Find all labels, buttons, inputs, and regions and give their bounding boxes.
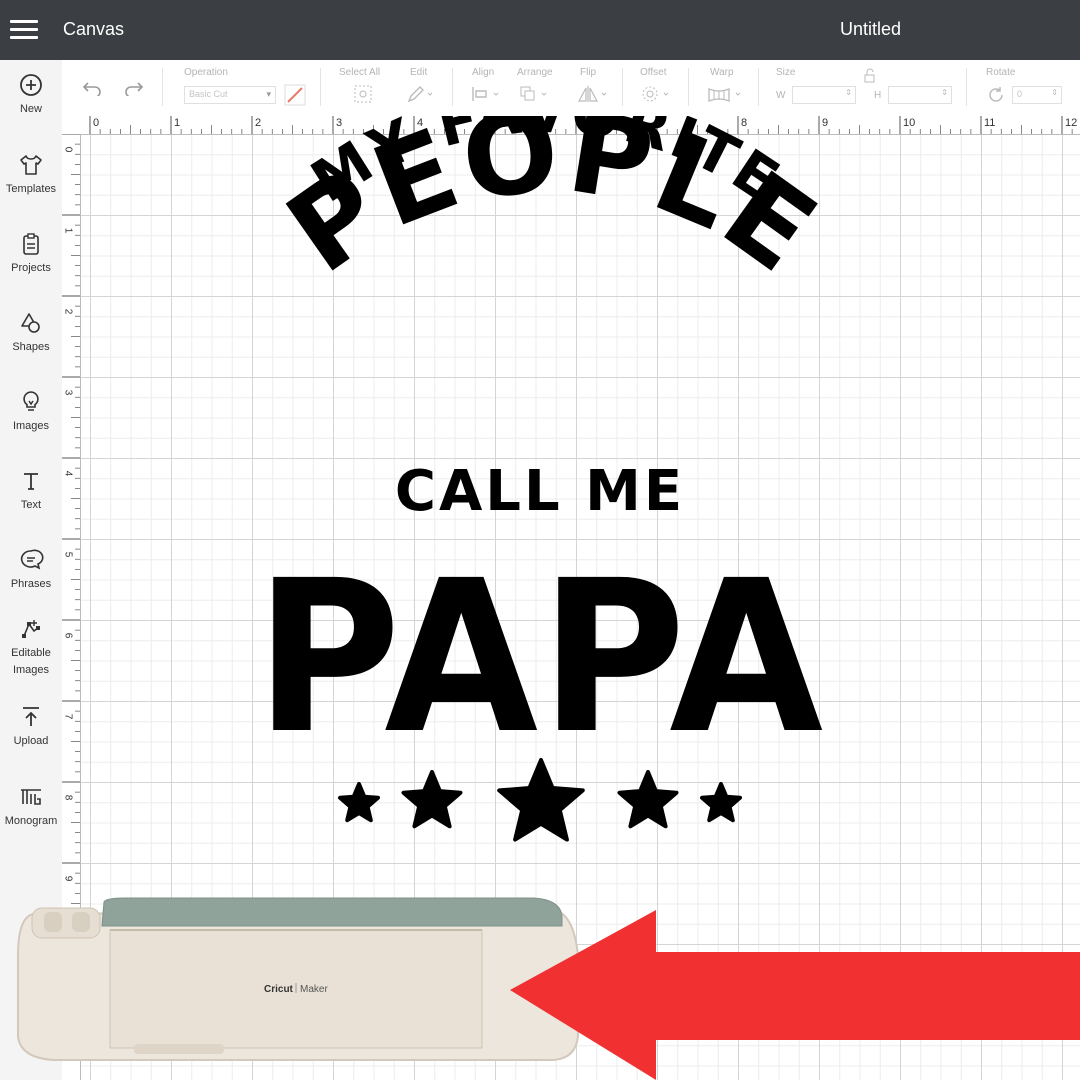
offset-label: Offset — [640, 67, 667, 78]
operation-select[interactable]: Basic Cut ▾ — [184, 86, 276, 104]
align-icon[interactable] — [470, 84, 504, 104]
rotate-icon — [989, 87, 1003, 102]
monogram-icon — [21, 789, 41, 805]
sidebar-item-label: Phrases — [10, 578, 52, 590]
rotate-input[interactable]: 0 ⇕ — [1012, 86, 1062, 104]
linetype-color-icon[interactable] — [284, 84, 306, 106]
sidebar-item-editable-images[interactable]: Editable Images — [0, 616, 62, 679]
redo-icon[interactable] — [122, 80, 144, 96]
toolbar-divider — [162, 68, 163, 106]
chevron-down-icon: ▾ — [266, 89, 271, 99]
rotate-label: Rotate — [986, 67, 1016, 78]
shapes-icon — [21, 313, 40, 333]
operation-value: Basic Cut — [189, 89, 228, 99]
star-shape — [700, 782, 742, 823]
lightbulb-icon — [23, 391, 39, 411]
design-line-call-me: CALL ME — [395, 459, 685, 524]
sidebar-item-label: Text — [20, 499, 42, 511]
shirt-icon — [20, 155, 42, 175]
warp-label: Warp — [710, 67, 734, 78]
clipboard-icon — [23, 233, 39, 255]
toolbar-divider — [622, 68, 623, 106]
sidebar-item-label: Images — [12, 420, 50, 432]
star-shape — [338, 782, 380, 823]
edit-toolbar: Operation Basic Cut ▾ Select All Edit Ali… — [62, 60, 1080, 117]
toolbar-divider — [688, 68, 689, 106]
sidebar-item-upload[interactable]: Upload — [0, 704, 62, 750]
flip-icon[interactable] — [576, 84, 610, 104]
toolbar-divider — [966, 68, 967, 106]
size-label: Size — [776, 67, 796, 78]
menu-icon[interactable] — [10, 20, 38, 40]
speech-bubble-icon — [20, 549, 44, 570]
machine-model: Maker — [300, 984, 328, 995]
arrange-icon[interactable] — [518, 84, 552, 104]
upload-icon — [23, 707, 39, 726]
pencil-icon[interactable] — [406, 84, 436, 104]
sidebar-item-phrases[interactable]: Phrases — [0, 547, 62, 593]
width-label: W — [776, 90, 786, 101]
arrange-label: Arrange — [517, 67, 553, 78]
sidebar-item-images[interactable]: Images — [0, 389, 62, 435]
star-shape — [617, 770, 679, 829]
height-input[interactable]: ⇕ — [888, 86, 952, 104]
lock-icon[interactable] — [862, 68, 878, 84]
red-arrow-pointer — [510, 910, 1080, 1080]
machine-brand: Cricut — [264, 984, 294, 995]
rotate-value: 0 — [1017, 89, 1023, 99]
stepper-icon: ⇕ — [941, 88, 948, 97]
sidebar-item-templates[interactable]: Templates — [0, 152, 62, 198]
toolbar-divider — [758, 68, 759, 106]
stepper-icon: ⇕ — [845, 88, 852, 97]
sidebar-item-monogram[interactable]: Monogram — [0, 784, 62, 830]
sidebar-item-label: Editable Images — [11, 647, 51, 676]
flip-label: Flip — [580, 67, 597, 78]
sidebar-item-label: Monogram — [4, 815, 58, 827]
sidebar-item-label: Templates — [5, 183, 57, 195]
document-title[interactable]: Untitled — [840, 19, 901, 40]
sidebar-item-projects[interactable]: Projects — [0, 231, 62, 277]
select-all-label: Select All — [339, 67, 381, 78]
sidebar-item-label: Projects — [11, 262, 51, 274]
design-line-papa: PAPA — [255, 535, 825, 780]
align-label: Align — [472, 67, 495, 78]
toolbar-divider — [320, 68, 321, 106]
height-label: H — [874, 90, 882, 101]
offset-icon[interactable] — [640, 84, 674, 104]
star-shape — [401, 770, 463, 829]
select-all-icon[interactable] — [352, 84, 374, 104]
edit-label: Edit — [410, 67, 428, 78]
plus-circle-icon — [20, 74, 42, 96]
sidebar-item-new[interactable]: New — [0, 72, 62, 118]
toolbar-divider — [452, 68, 453, 106]
top-bar: Canvas Untitled — [0, 0, 1080, 60]
cricut-maker-machine: Cricut Maker — [17, 897, 579, 1061]
text-icon — [24, 473, 38, 490]
sidebar-item-label: Upload — [13, 735, 49, 747]
editable-image-icon — [22, 620, 40, 638]
sidebar-item-shapes[interactable]: Shapes — [0, 310, 62, 356]
undo-icon[interactable] — [82, 80, 104, 96]
width-input[interactable]: ⇕ — [792, 86, 856, 104]
operation-label: Operation — [184, 67, 228, 78]
app-title: Canvas — [63, 19, 125, 39]
sidebar-item-label: New — [19, 103, 42, 115]
sidebar-item-text[interactable]: Text — [0, 468, 62, 514]
warp-icon[interactable] — [706, 84, 746, 104]
stepper-icon: ⇕ — [1051, 88, 1058, 97]
sidebar-item-label: Shapes — [12, 341, 50, 353]
